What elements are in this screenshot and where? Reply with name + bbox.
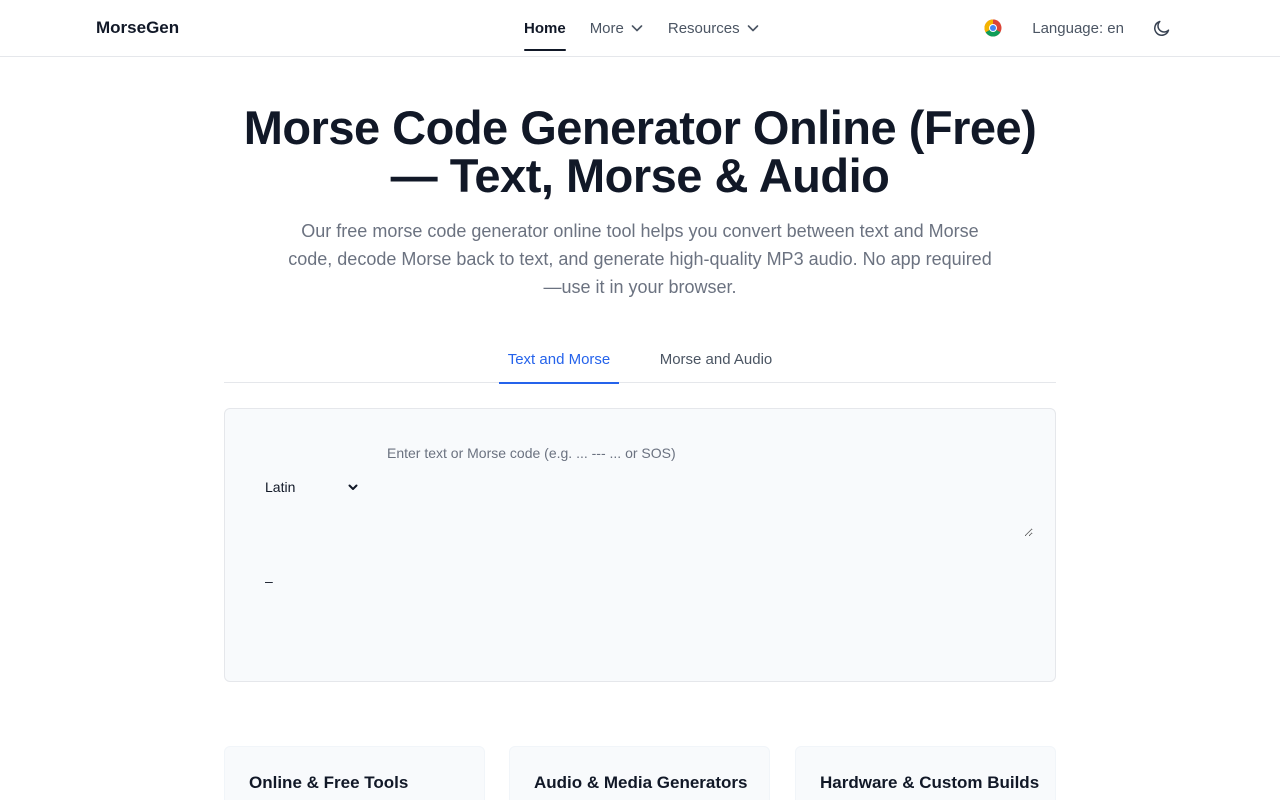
page-title-line-2: — Text, Morse & Audio	[390, 149, 890, 202]
card-hardware-custom-builds[interactable]: Hardware & Custom Builds	[795, 746, 1056, 800]
conversion-output: –	[265, 573, 273, 589]
nav-resources-dropdown[interactable]: Resources	[668, 0, 760, 56]
chevron-down-icon	[746, 21, 760, 35]
top-navbar: MorseGen Home More Resources Language: e…	[0, 0, 1280, 57]
nav-resources-label: Resources	[667, 19, 740, 37]
page-title: Morse Code Generator Online (Free) — Tex…	[200, 104, 1080, 200]
tab-morse-and-audio[interactable]: Morse and Audio	[651, 336, 781, 383]
main-nav: Home More Resources	[524, 0, 760, 56]
card-online-free-tools[interactable]: Online & Free Tools	[224, 746, 485, 800]
moon-icon[interactable]	[1152, 18, 1172, 38]
converter-panel: Latin –	[224, 408, 1056, 682]
card-title: Hardware & Custom Builds	[820, 773, 1040, 792]
feature-cards: Online & Free Tools Audio & Media Genera…	[224, 746, 1056, 800]
nav-home-link[interactable]: Home	[524, 0, 566, 56]
script-select[interactable]: Latin	[265, 476, 361, 498]
text-morse-input[interactable]	[387, 445, 1033, 537]
card-audio-media-generators[interactable]: Audio & Media Generators	[509, 746, 770, 800]
page-subtitle: Our free morse code generator online too…	[288, 221, 992, 297]
card-title: Online & Free Tools	[249, 773, 409, 792]
nav-home-label: Home	[524, 19, 566, 37]
nav-right-group: Language: en	[984, 0, 1172, 56]
page-title-line-1: Morse Code Generator Online (Free)	[243, 101, 1037, 154]
chrome-icon[interactable]	[984, 19, 1002, 37]
chevron-down-icon	[630, 21, 644, 35]
nav-more-dropdown[interactable]: More	[590, 0, 644, 56]
language-selector[interactable]: Language: en	[1032, 20, 1124, 37]
nav-more-label: More	[589, 19, 624, 37]
tab-text-and-morse[interactable]: Text and Morse	[499, 336, 619, 384]
brand-logo[interactable]: MorseGen	[96, 18, 179, 38]
card-title: Audio & Media Generators	[534, 773, 748, 792]
converter-tabs: Text and Morse Morse and Audio	[224, 336, 1056, 384]
